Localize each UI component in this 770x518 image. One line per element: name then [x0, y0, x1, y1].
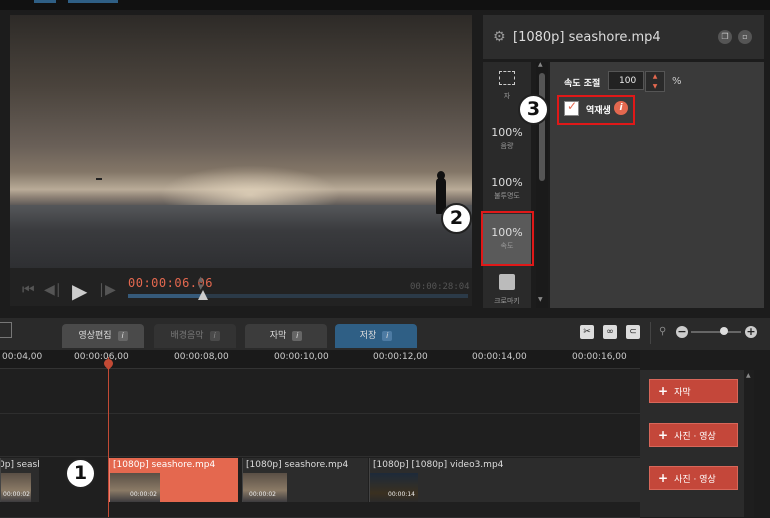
speed-input[interactable]: 100: [608, 71, 644, 90]
clip-title: [1080p] [1080p] video3.mp4: [373, 460, 504, 470]
audio-wave-icon[interactable]: ∞: [603, 325, 617, 339]
seek-handle[interactable]: [198, 290, 208, 300]
stepper-up-icon[interactable]: ▲: [646, 72, 664, 82]
plus-icon: +: [658, 471, 669, 485]
toolbar-divider: [650, 322, 651, 344]
plus-icon: +: [658, 428, 669, 442]
top-tab-indicator[interactable]: [68, 0, 118, 3]
ruler-tick: 00:00:12,00: [373, 352, 428, 362]
clip-title: [1080p] seashore.mp4: [246, 460, 349, 470]
zoom-icon: ⚲: [659, 326, 667, 337]
callout-1: 1: [65, 458, 96, 489]
panel-toggle-icon[interactable]: [0, 322, 12, 338]
timeline-clip[interactable]: [1080p] seashore.mp4 00:00:02: [242, 458, 368, 502]
zoom-out-icon[interactable]: −: [676, 326, 688, 338]
tab-label: 크로마키: [494, 297, 520, 305]
bird: [96, 178, 102, 180]
clip-duration: 00:00:14: [388, 491, 415, 498]
zoom-slider-handle[interactable]: [720, 327, 728, 335]
scroll-down-icon[interactable]: ▼: [538, 296, 543, 303]
button-label: 자막: [674, 388, 691, 398]
clip-title: 0p] seashore: [0, 460, 39, 470]
play-icon[interactable]: ▶: [72, 279, 87, 303]
ruler-tick: 00:04,00: [2, 352, 43, 362]
tab-video-edit[interactable]: 영상편집 i: [62, 324, 144, 348]
callout-2: 2: [441, 203, 472, 234]
clip-duration: 00:00:02: [249, 491, 276, 498]
ruler-tick: 00:00:10,00: [274, 352, 329, 362]
seek-progress: [128, 294, 202, 298]
subtitle-track[interactable]: [0, 369, 640, 414]
tab-label: 불투명도: [494, 192, 520, 200]
ruler-tick: 00:00:06,00: [74, 352, 129, 362]
crop-icon: [499, 71, 515, 85]
stepper-down-icon[interactable]: ▼: [646, 82, 664, 91]
gear-icon: ⚙: [493, 29, 506, 45]
ruler-tick: 00:00:08,00: [174, 352, 229, 362]
playhead-line[interactable]: [108, 357, 109, 517]
tab-label: 저장: [359, 331, 377, 341]
trash-icon[interactable]: ▫: [738, 30, 752, 44]
info-icon: i: [209, 331, 220, 341]
top-tab-indicator[interactable]: [34, 0, 56, 3]
overlay-track[interactable]: [0, 414, 640, 457]
step-back-icon[interactable]: ◀∣: [44, 282, 62, 298]
scrollbar-thumb[interactable]: [539, 73, 545, 181]
zoom-slider[interactable]: [691, 331, 741, 333]
tab-chromakey[interactable]: 크로마키: [483, 274, 531, 306]
highlight-reverse: [557, 95, 635, 125]
timeline-ruler[interactable]: 00:04,00 00:00:06,00 00:00:08,00 00:00:1…: [0, 350, 640, 369]
callout-3: 3: [518, 94, 549, 125]
speed-stepper[interactable]: ▲ ▼: [645, 71, 665, 92]
add-subtitle-button[interactable]: + 자막: [649, 379, 738, 403]
zoom-in-icon[interactable]: +: [745, 326, 757, 338]
sea: [10, 205, 472, 268]
info-icon: i: [382, 331, 393, 341]
opacity-value: 100%: [491, 176, 523, 189]
tab-label: 음량: [500, 142, 514, 150]
clip-duration: 00:00:02: [3, 491, 30, 498]
split-icon[interactable]: ✂: [580, 325, 594, 339]
button-label: 사진 · 영상: [674, 475, 716, 485]
clip-duration: 00:00:02: [130, 491, 157, 498]
copy-icon[interactable]: ❐: [718, 30, 732, 44]
volume-value: 100%: [491, 126, 523, 139]
timeline-clip[interactable]: 0p] seashore 00:00:02: [0, 458, 39, 502]
scroll-up-icon[interactable]: ▲: [538, 61, 543, 68]
info-icon: i: [117, 331, 128, 341]
tab-volume[interactable]: 100% 음량: [483, 126, 531, 151]
scroll-up-icon[interactable]: ▲: [746, 372, 751, 379]
person-icon: [499, 274, 515, 290]
video-preview: [10, 15, 472, 268]
info-icon: i: [292, 331, 303, 341]
add-media-button[interactable]: + 사진 · 영상: [649, 423, 738, 447]
clip-title: [1080p] seashore.mp4: [513, 30, 661, 45]
tab-label: 영상편집: [78, 331, 112, 341]
speed-label: 속도 조절: [564, 79, 601, 89]
button-label: 사진 · 영상: [674, 432, 716, 442]
timecode-stepper[interactable]: ▲ ▼: [198, 275, 203, 291]
plus-icon: +: [658, 384, 669, 398]
timeline-scrollbar[interactable]: [744, 370, 754, 517]
clip-title: [1080p] seashore.mp4: [113, 460, 216, 470]
total-time: 00:00:28:04: [410, 282, 470, 292]
magnet-icon[interactable]: ⊂: [626, 325, 640, 339]
tab-subtitle[interactable]: 자막 i: [245, 324, 327, 348]
add-media-button[interactable]: + 사진 · 영상: [649, 466, 738, 490]
ruler-tick: 00:00:14,00: [472, 352, 527, 362]
tab-label: 배경음악: [170, 331, 204, 341]
tab-opacity[interactable]: 100% 불투명도: [483, 176, 531, 201]
skip-start-icon[interactable]: ⏮: [22, 282, 35, 298]
tab-label: 자막: [269, 331, 287, 341]
highlight-speed-tab: [481, 211, 534, 266]
step-forward-icon[interactable]: ∣▶: [98, 282, 116, 298]
tab-background-music[interactable]: 배경음악 i: [154, 324, 236, 348]
timeline-clip-selected[interactable]: [1080p] seashore.mp4 00:00:02: [109, 458, 238, 502]
tab-save[interactable]: 저장 i: [335, 324, 417, 348]
ruler-tick: 00:00:16,00: [572, 352, 627, 362]
timeline-clip[interactable]: [1080p] [1080p] video3.mp4 00:00:14: [369, 458, 641, 502]
speed-unit: %: [672, 76, 682, 87]
